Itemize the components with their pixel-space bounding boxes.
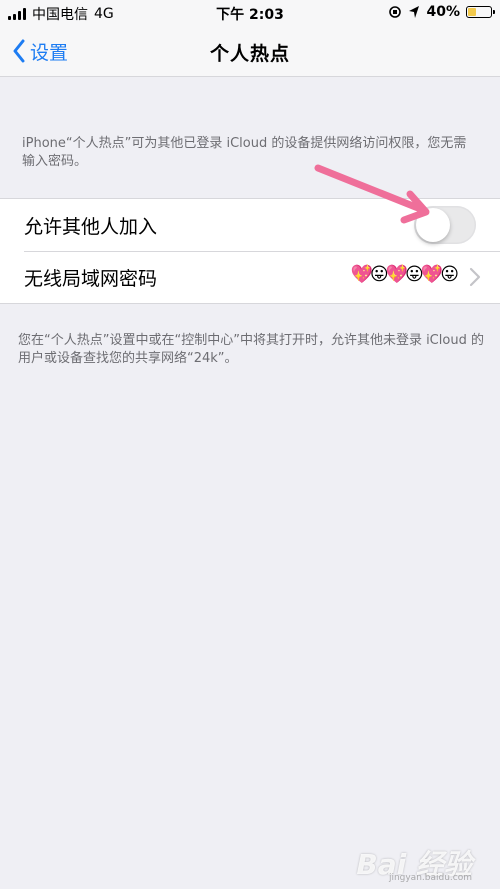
- wifi-password-value: 💖😛💖😛💖😛: [350, 264, 459, 285]
- allow-others-row: 允许其他人加入: [0, 199, 500, 251]
- battery-icon: [466, 6, 495, 18]
- allow-others-label: 允许其他人加入: [24, 215, 158, 238]
- wifi-password-row[interactable]: 无线局域网密码 💖😛💖😛💖😛: [0, 251, 500, 303]
- hotspot-description: iPhone“个人热点”可为其他已登录 iCloud 的设备提供网络访问权限，您…: [22, 136, 467, 169]
- location-icon: [409, 6, 420, 18]
- page-title: 个人热点: [209, 43, 290, 65]
- rotation-lock-icon: [389, 6, 402, 18]
- baidu-watermark: Bai 经验 jingyan.baidu.com: [356, 843, 472, 883]
- toggle-knob: [416, 208, 450, 242]
- battery-level: [468, 8, 476, 16]
- status-right: 40%: [388, 4, 495, 20]
- status-bar: 中国电信 4G 下午 2:03 40%: [0, 0, 500, 26]
- watermark-sub: jingyan.baidu.com: [388, 873, 472, 883]
- allow-others-toggle[interactable]: [414, 206, 476, 244]
- wifi-password-label: 无线局域网密码: [24, 267, 158, 290]
- hotspot-settings-group: 允许其他人加入 无线局域网密码 💖😛💖😛💖😛: [0, 198, 500, 304]
- network-discovery-description: 您在“个人热点”设置中或在“控制中心”中将其打开时，允许其他未登录 iCloud…: [18, 333, 484, 366]
- chevron-right-icon: [469, 267, 481, 287]
- navigation-bar: 设置 个人热点: [0, 26, 500, 77]
- battery-percent: 40%: [426, 4, 460, 20]
